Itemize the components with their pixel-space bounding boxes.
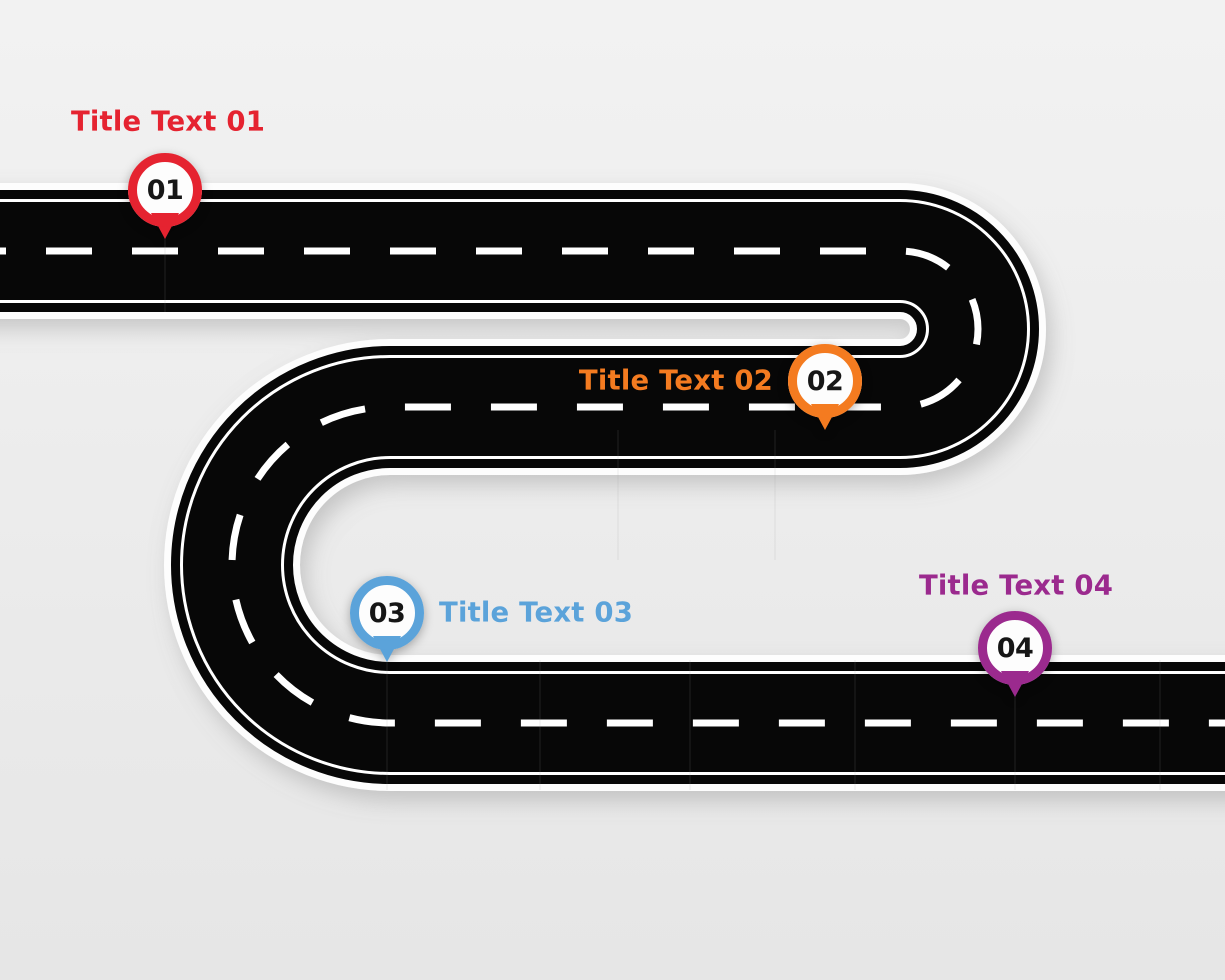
map-pin-icon-02[interactable]: 02 (788, 344, 862, 430)
milestone-title-02: Title Text 02 (578, 364, 773, 397)
infographic-canvas: Title Text 01 01 Title Text 02 02 Title … (0, 0, 1225, 980)
map-pin-icon-03[interactable]: 03 (350, 576, 424, 662)
milestone-number-03: 03 (368, 597, 406, 629)
milestone-title-03: Title Text 03 (439, 596, 634, 629)
map-pin-icon-01[interactable]: 01 (128, 153, 202, 239)
winding-road-graphic (0, 0, 1225, 980)
milestone-number-01: 01 (146, 174, 184, 206)
milestone-title-01: Title Text 01 (70, 105, 266, 138)
milestone-number-04: 04 (996, 632, 1034, 664)
milestone-title-04: Title Text 04 (918, 569, 1114, 602)
map-pin-icon-04[interactable]: 04 (978, 611, 1052, 697)
milestone-number-02: 02 (806, 365, 844, 397)
